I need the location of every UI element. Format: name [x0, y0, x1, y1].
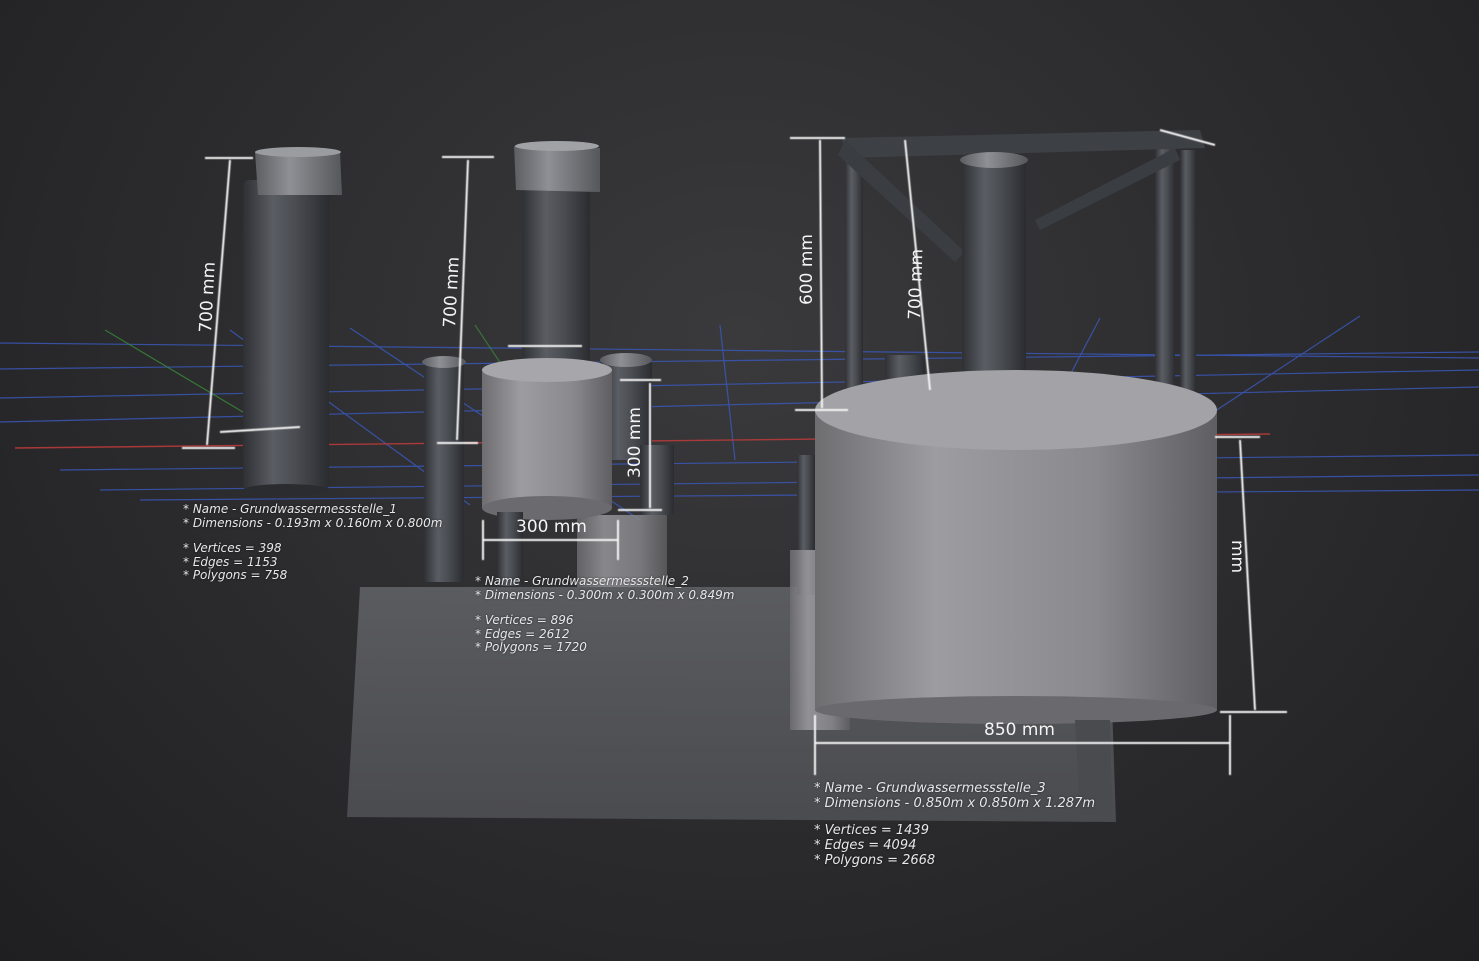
model-1[interactable] — [243, 147, 342, 496]
model-3-side-label: mm — [1227, 540, 1247, 573]
model-1-vertices: * Vertices = 398 — [183, 541, 282, 555]
model-3-frame-height-label: 600 mm — [797, 234, 817, 305]
model-2-name: * Name - Grundwassermessstelle_2 — [475, 574, 689, 588]
model-3-info: * Name - Grundwassermessstelle_3 * Dimen… — [814, 781, 1095, 868]
model-3-dimensions: * Dimensions - 0.850m x 0.850m x 1.287m — [814, 796, 1096, 811]
model-1-height-label: 700 mm — [196, 261, 220, 333]
model-2-info: * Name - Grundwassermessstelle_2 * Dimen… — [475, 574, 735, 655]
model-1-dimensions: * Dimensions - 0.193m x 0.160m x 0.800m — [183, 515, 443, 530]
model-1-name: * Name - Grundwassermessstelle_1 — [183, 502, 397, 516]
grid — [0, 315, 1479, 521]
model-3-polygons: * Polygons = 2668 — [814, 853, 936, 868]
model-3-pipe-height-label: 700 mm — [905, 249, 927, 321]
model-3-vertices: * Vertices = 1439 — [814, 823, 929, 838]
model-1-polygons: * Polygons = 758 — [183, 568, 288, 582]
model-2-edges: * Edges = 2612 — [475, 626, 570, 641]
model-3-base-width-label: 850 mm — [984, 720, 1055, 740]
model-1-edges: * Edges = 1153 — [183, 554, 278, 569]
model-2-height-label: 700 mm — [440, 256, 464, 328]
model-3[interactable] — [790, 130, 1217, 815]
model-2-dimensions: * Dimensions - 0.300m x 0.300m x 0.849m — [475, 587, 735, 602]
viewport-3d[interactable]: 700 mm 700 mm 300 mm 300 mm 600 mm 700 m… — [0, 0, 1479, 961]
model-2-polygons: * Polygons = 1720 — [475, 640, 587, 654]
model-2-base-width-label: 300 mm — [516, 517, 587, 537]
model-3-name: * Name - Grundwassermessstelle_3 — [814, 781, 1046, 796]
model-2-base-height-label: 300 mm — [625, 407, 645, 478]
model-1-info: * Name - Grundwassermessstelle_1 * Dimen… — [183, 502, 443, 583]
model-2-vertices: * Vertices = 896 — [475, 613, 574, 627]
model-3-edges: * Edges = 4094 — [814, 838, 917, 853]
